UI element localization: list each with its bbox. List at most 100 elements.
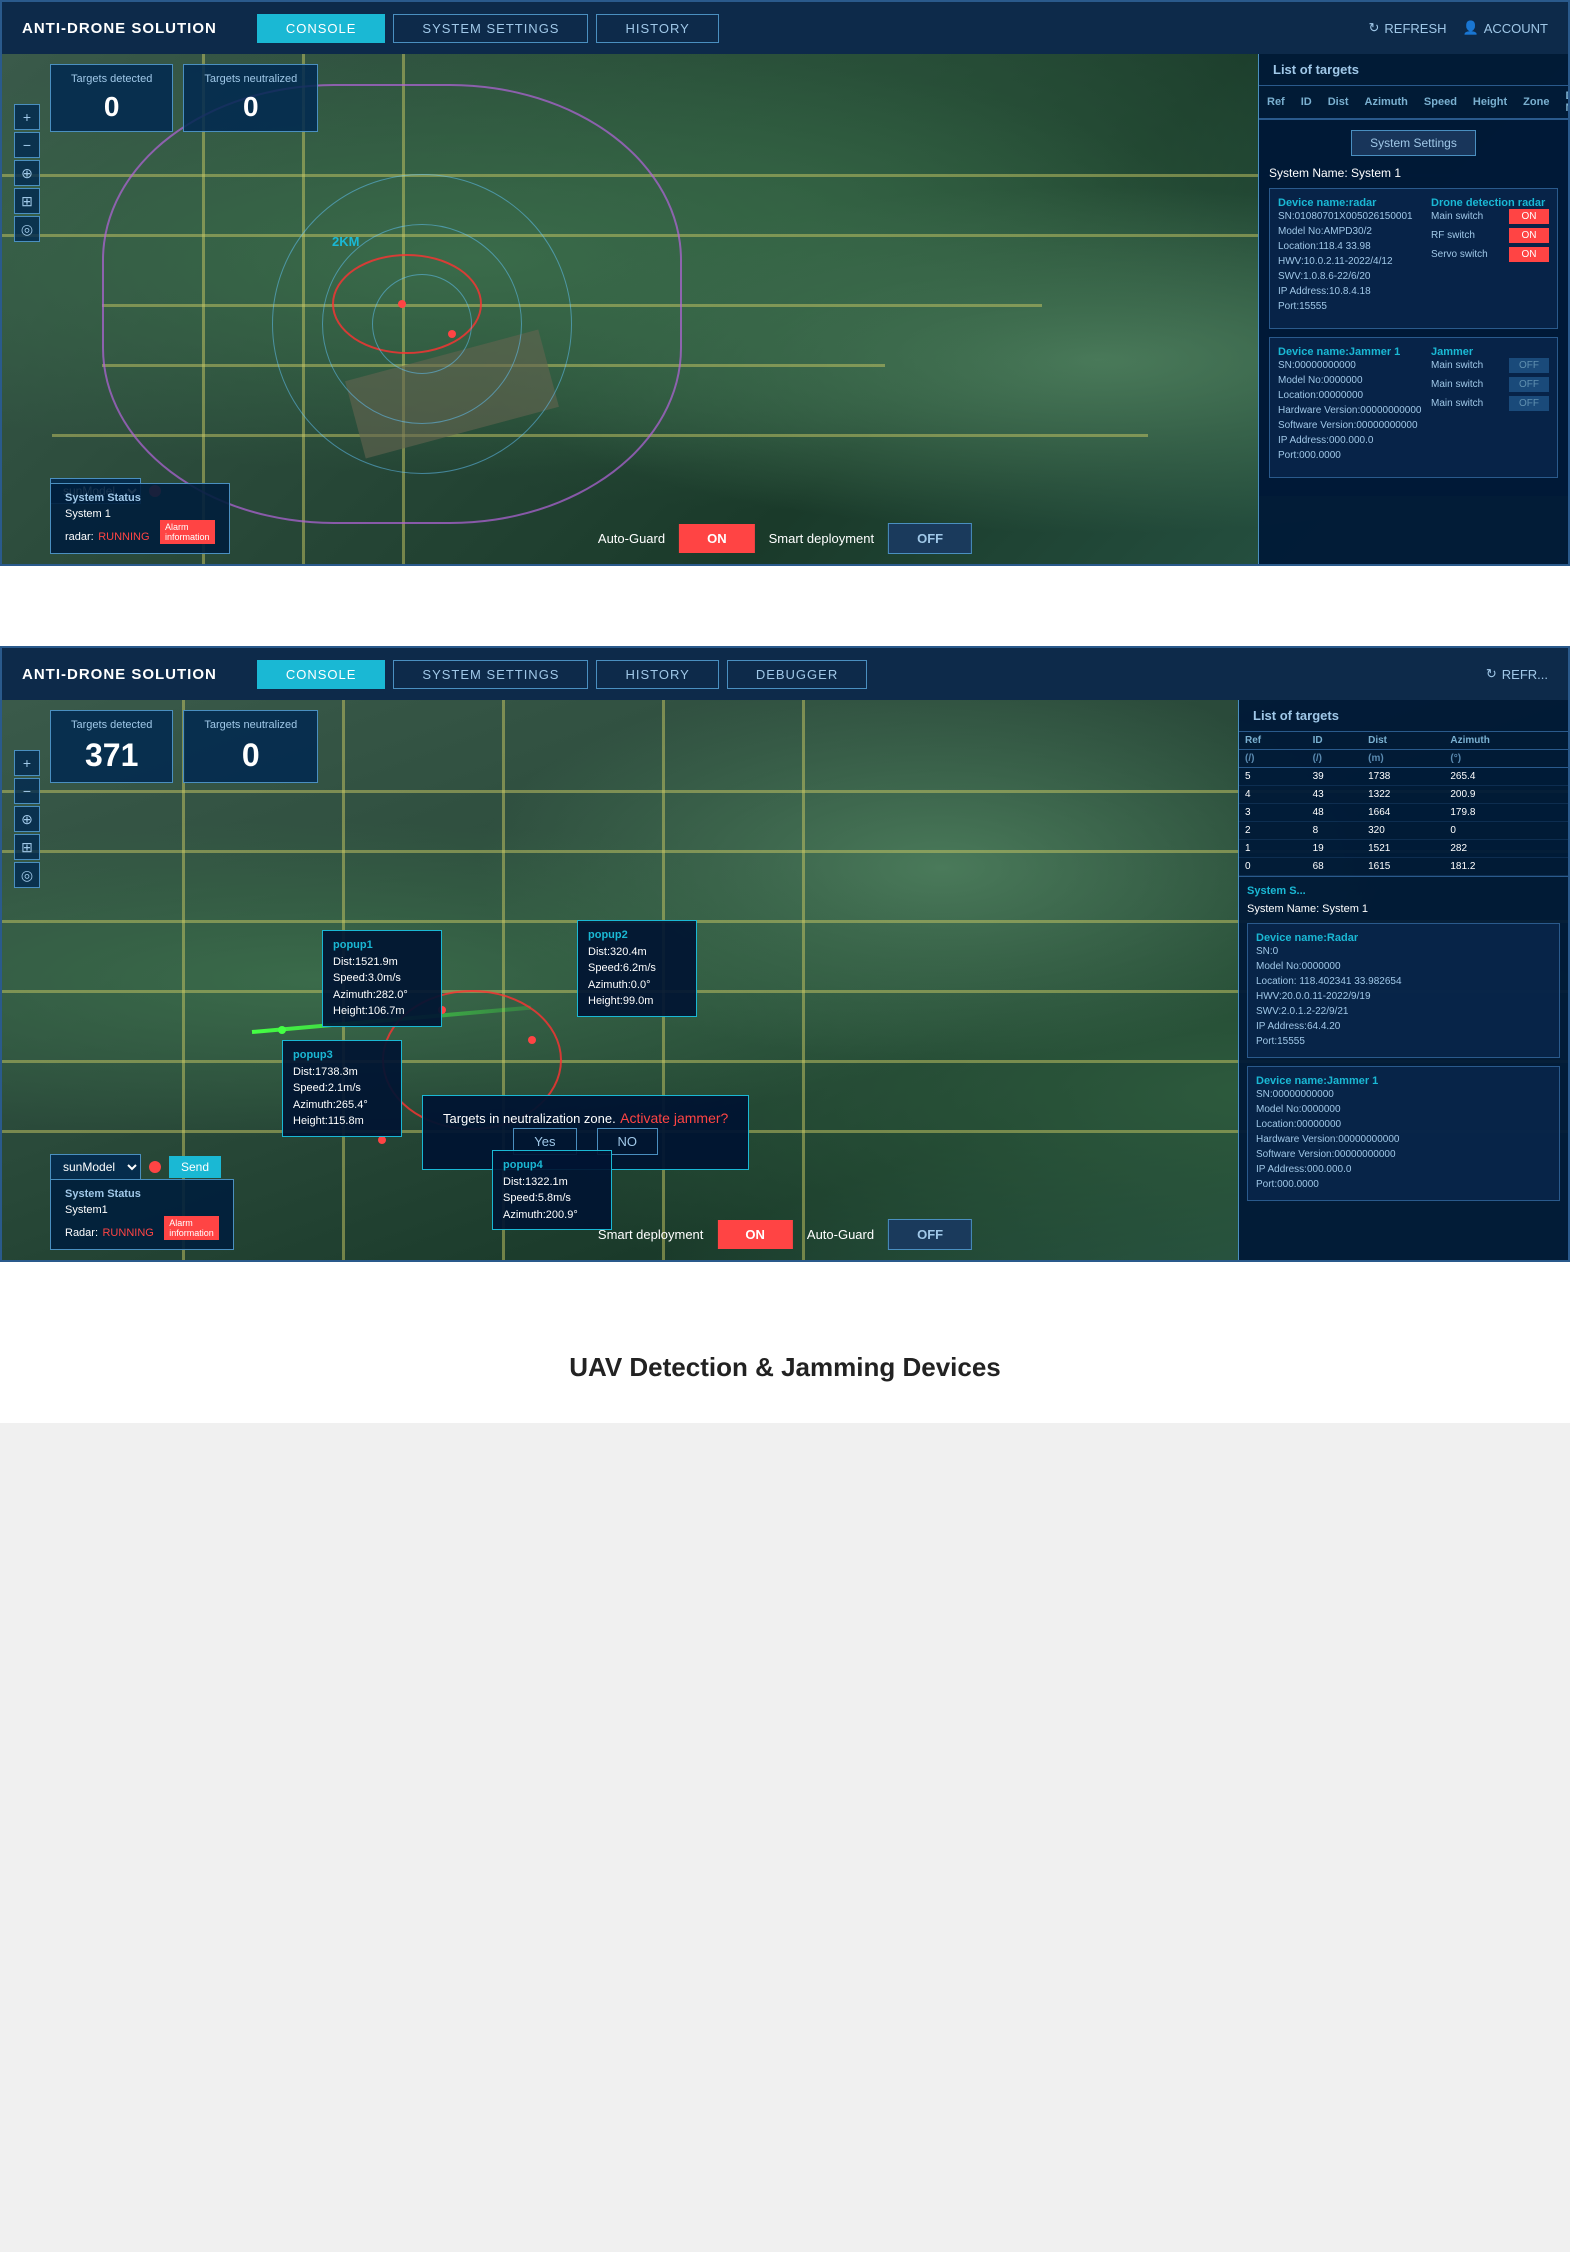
- sys-name-1: System Name: System 1: [1269, 166, 1558, 180]
- col2-dist: Dist: [1362, 732, 1444, 750]
- auto-guard-on-btn-1[interactable]: ON: [679, 524, 755, 553]
- tab-history-2[interactable]: HISTORY: [596, 660, 718, 689]
- rf-switch-row-1: RF switch ON: [1431, 228, 1549, 243]
- location-btn-1[interactable]: ◎: [14, 216, 40, 242]
- col-drone-model-1: Drone Model: [1557, 86, 1568, 119]
- col-azimuth-1: Azimuth: [1357, 86, 1416, 119]
- target-marker-p2-green-1: [278, 1026, 286, 1034]
- jammer-main-switch-btn1-1[interactable]: OFF: [1509, 358, 1549, 373]
- refresh-btn-1[interactable]: ↻ REFRESH: [1369, 20, 1447, 36]
- send-btn-2[interactable]: Send: [169, 1156, 221, 1178]
- layers-btn-1[interactable]: ⊞: [14, 188, 40, 214]
- compass-btn-1[interactable]: ⊕: [14, 160, 40, 186]
- radar-model-1: Model No:AMPD30/2: [1278, 224, 1413, 239]
- main-switch-row-1: Main switch ON: [1431, 209, 1549, 224]
- zoom-out-btn-1[interactable]: −: [14, 132, 40, 158]
- col2-id: ID: [1307, 732, 1363, 750]
- tab-system-settings-1[interactable]: SYSTEM SETTINGS: [393, 14, 588, 43]
- targets-detected-label-2: Targets detected: [71, 719, 152, 731]
- radar-device-section-1: Device name:radar SN:01080701X0050261500…: [1269, 188, 1558, 329]
- jammer-controls-1: Jammer Main switch OFF Main switch OFF: [1431, 346, 1549, 463]
- jammer-main-switch-row1-1: Main switch OFF: [1431, 358, 1549, 373]
- nav-right-2: ↻ REFR...: [1486, 666, 1548, 682]
- radar-hwv-1: HWV:10.0.2.11-2022/4/12: [1278, 254, 1413, 269]
- auto-guard-label-2: Auto-Guard: [807, 1227, 874, 1242]
- targets-neutralized-label-2: Targets neutralized: [204, 719, 297, 731]
- zoom-out-btn-2[interactable]: −: [14, 778, 40, 804]
- popup-id42-2: popup4 Dist:1322.1m Speed:5.8m/s Azimuth…: [492, 1150, 612, 1230]
- radar-ctrl-list-1: Main switch ON RF switch ON Servo switch: [1431, 209, 1549, 262]
- tab-history-1[interactable]: HISTORY: [596, 14, 718, 43]
- model-indicator-2: [149, 1161, 161, 1173]
- subcol2-ref: (/): [1239, 750, 1307, 768]
- target-counters-1: Targets detected 0 Targets neutralized 0: [50, 64, 318, 132]
- table-row: 1191521282: [1239, 840, 1568, 858]
- panel2: ANTI-DRONE SOLUTION CONSOLE SYSTEM SETTI…: [0, 646, 1570, 1262]
- page-caption: UAV Detection & Jamming Devices: [0, 1322, 1570, 1423]
- logo-2: ANTI-DRONE SOLUTION: [22, 666, 217, 683]
- col-id-1: ID: [1293, 86, 1320, 119]
- alarm-badge-1: Alarm information: [160, 520, 215, 544]
- servo-switch-btn-1[interactable]: ON: [1509, 247, 1549, 262]
- targets-neutralized-label-1: Targets neutralized: [204, 73, 297, 85]
- model-selector-2: sunModel Send: [50, 1154, 221, 1180]
- jammer-info-1: Device name:Jammer 1 SN:00000000000 Mode…: [1278, 346, 1421, 463]
- compass-btn-2[interactable]: ⊕: [14, 806, 40, 832]
- refresh-icon-2: ↻: [1486, 666, 1497, 682]
- radar-swv-1: SWV:1.0.8.6-22/6/20: [1278, 269, 1413, 284]
- jammer-main-switch-row3-1: Main switch OFF: [1431, 396, 1549, 411]
- nav-tabs-1: CONSOLE SYSTEM SETTINGS HISTORY: [257, 14, 719, 43]
- target-counters-2: Targets detected 371 Targets neutralized…: [50, 710, 318, 783]
- rf-switch-btn-1[interactable]: ON: [1509, 228, 1549, 243]
- col2-ref: Ref: [1239, 732, 1307, 750]
- tab-debugger-2[interactable]: DEBUGGER: [727, 660, 867, 689]
- map-controls-1: + − ⊕ ⊞ ◎: [14, 104, 40, 242]
- account-icon-1: 👤: [1463, 20, 1479, 36]
- subcol2-dist: (m): [1362, 750, 1444, 768]
- layers-btn-2[interactable]: ⊞: [14, 834, 40, 860]
- tab-console-1[interactable]: CONSOLE: [257, 14, 386, 43]
- main-switch-btn-1[interactable]: ON: [1509, 209, 1549, 224]
- jammer-ctrl-list-1: Main switch OFF Main switch OFF Main swi…: [1431, 358, 1549, 411]
- jammer-main-switch-btn2-1[interactable]: OFF: [1509, 377, 1549, 392]
- system-name-status-2: System1: [65, 1204, 219, 1216]
- radar-running-2: RUNNING: [102, 1227, 153, 1239]
- radar-label-1: radar:: [65, 531, 94, 543]
- popup-id39-2: popup3 Dist:1738.3m Speed:2.1m/s Azimuth…: [282, 1040, 402, 1137]
- logo-1: ANTI-DRONE SOLUTION: [22, 20, 217, 37]
- map-area-2[interactable]: + − ⊕ ⊞ ◎ Targets detected 371 Targets n…: [2, 700, 1568, 1260]
- zoom-in-btn-1[interactable]: +: [14, 104, 40, 130]
- target-marker-1: [398, 300, 406, 308]
- jammer-main-switch-row2-1: Main switch OFF: [1431, 377, 1549, 392]
- zoom-in-btn-2[interactable]: +: [14, 750, 40, 776]
- refresh-btn-2[interactable]: ↻ REFR...: [1486, 666, 1548, 682]
- radar-location-1: Location:118.4 33.98: [1278, 239, 1413, 254]
- tab-console-2[interactable]: CONSOLE: [257, 660, 386, 689]
- right-panel-2: List of targets Ref ID Dist Azimuth (/) …: [1238, 700, 1568, 1260]
- col2-azimuth: Azimuth: [1444, 732, 1568, 750]
- tab-system-settings-2[interactable]: SYSTEM SETTINGS: [393, 660, 588, 689]
- smart-deployment-on-btn-2[interactable]: ON: [717, 1220, 793, 1249]
- smart-deployment-off-btn-1[interactable]: OFF: [888, 523, 972, 554]
- col-height-1: Height: [1465, 86, 1515, 119]
- jammer-device-header-1: Device name:Jammer 1 SN:00000000000 Mode…: [1278, 346, 1549, 463]
- radar-port-1: Port:15555: [1278, 299, 1413, 314]
- radar-device-section-2: Device name:Radar SN:0 Model No:0000000 …: [1247, 923, 1560, 1058]
- subcol2-azimuth: (°): [1444, 750, 1568, 768]
- auto-guard-off-btn-2[interactable]: OFF: [888, 1219, 972, 1250]
- table-row: 0681615181.2: [1239, 858, 1568, 876]
- map-area-1[interactable]: 2KM + − ⊕ ⊞ ◎ Targets detected 0 Targets…: [2, 54, 1568, 564]
- subcol2-id: (/): [1307, 750, 1363, 768]
- table-row: 5391738265.4: [1239, 768, 1568, 786]
- jammer-device-section-1: Device name:Jammer 1 SN:00000000000 Mode…: [1269, 337, 1558, 478]
- jammer-main-switch-btn3-1[interactable]: OFF: [1509, 396, 1549, 411]
- location-btn-2[interactable]: ◎: [14, 862, 40, 888]
- model-select-2[interactable]: sunModel: [50, 1154, 141, 1180]
- targets-neutralized-box-1: Targets neutralized 0: [183, 64, 318, 132]
- smart-deployment-label-2: Smart deployment: [598, 1227, 704, 1242]
- targets-detected-box-1: Targets detected 0: [50, 64, 173, 132]
- spacer-2: [0, 1302, 1570, 1322]
- sys-settings-btn-1[interactable]: System Settings: [1351, 130, 1476, 156]
- account-btn-1[interactable]: 👤 ACCOUNT: [1463, 20, 1548, 36]
- radar-status-row-1: radar: RUNNING Alarm information: [65, 520, 215, 545]
